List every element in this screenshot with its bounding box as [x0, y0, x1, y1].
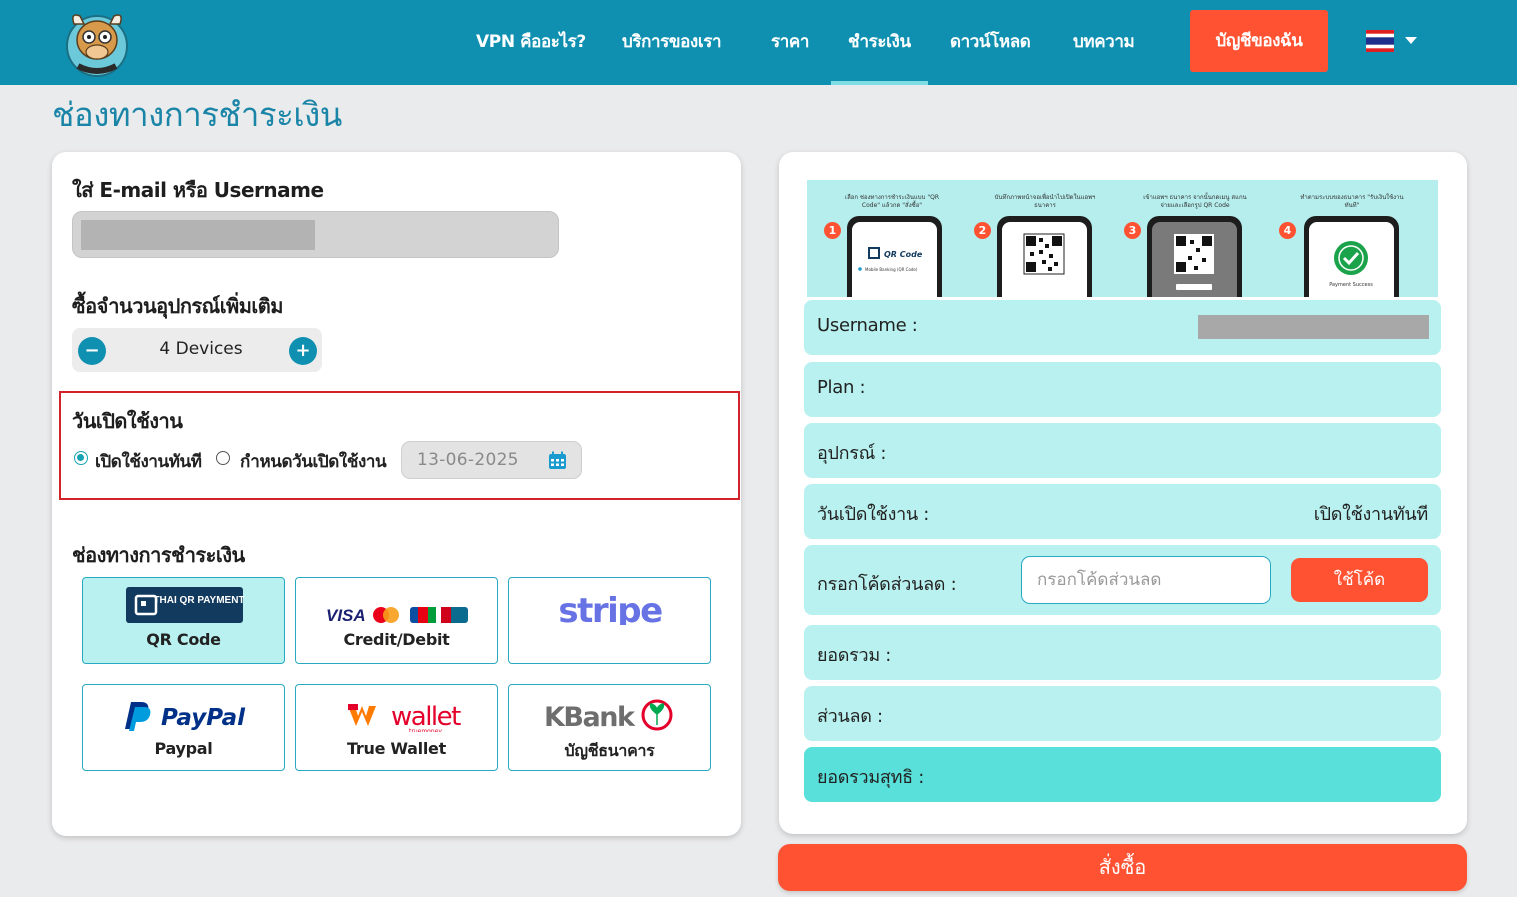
credit-debit-label: Credit/Debit [343, 630, 450, 649]
username-label: Username : [817, 315, 918, 336]
plan-label: Plan : [817, 377, 866, 398]
payment-true-wallet[interactable]: wallet truemoney True Wallet [295, 684, 498, 771]
total-label: ยอดรวมสุทธิ : [817, 767, 925, 788]
activate-now-radio[interactable] [74, 451, 88, 465]
summary-activation-row: วันเปิดใช้งาน : เปิดใช้งานทันที [804, 484, 1441, 539]
step-3-caption: เข้าแอพฯ ธนาคาร จากนั้นกดเมนู สแกนจ่ายแล… [1143, 194, 1247, 209]
payment-form-card: ใส่ E-mail หรือ Username ซื้อจำนวนอุปกรณ… [52, 152, 741, 836]
schedule-activation-radio[interactable] [216, 451, 230, 465]
payment-bank-transfer[interactable]: KBank บัญชีธนาคาร [508, 684, 711, 771]
step-2-phone [997, 216, 1092, 297]
qr-code-screen: QR Code Mobile Banking (QR Code) [858, 247, 923, 272]
step-2-caption: บันทึกภาพหน้าจอเพื่อนำไปเปิดในแอพฯ ธนาคา… [994, 194, 1096, 209]
step-3-number: 3 [1124, 222, 1141, 239]
nav-services[interactable]: บริการของเรา [622, 0, 722, 85]
page-title: ช่องทางการชำระเงิน [52, 95, 342, 134]
order-summary-card: เลือก ช่องทางการชำระเงินแบบ "QR Code" แล… [779, 152, 1467, 834]
summary-device-row: อุปกรณ์ : [804, 423, 1441, 478]
apply-promo-button[interactable]: ใช้โค้ด [1291, 558, 1428, 602]
stripe-logo: stripe [558, 591, 663, 625]
paypal-logo: PayPal [125, 702, 246, 731]
step-1-caption: เลือก ช่องทางการชำระเงินแบบ "QR Code" แล… [845, 194, 939, 209]
payment-qr-code[interactable]: THAI QR PAYMENT QR Code [82, 577, 285, 664]
redacted-email [81, 220, 315, 250]
discount-label: ส่วนลด : [817, 706, 883, 727]
true-wallet-logo: wallet truemoney [348, 702, 463, 732]
schedule-activation-label[interactable]: กำหนดวันเปิดใช้งาน [240, 448, 387, 475]
nav-vpn[interactable]: VPN คืออะไร? [476, 0, 586, 85]
payment-credit-debit[interactable]: VISA Credit/Debit [295, 577, 498, 664]
place-order-button[interactable]: สั่งซื้อ [778, 844, 1467, 891]
visa-text: VISA [326, 606, 366, 625]
decrease-devices-button[interactable]: − [78, 337, 106, 365]
activation-summary-value: เปิดใช้งานทันที [1313, 504, 1429, 525]
date-value: 13-06-2025 [417, 450, 519, 470]
promo-label: กรอกโค้ดส่วนลด : [817, 574, 957, 595]
nav-payment[interactable]: ชำระเงิน [831, 0, 928, 85]
qr-payment-steps-banner: เลือก ช่องทางการชำระเงินแบบ "QR Code" แล… [807, 180, 1438, 297]
device-count: 4 Devices [159, 339, 243, 359]
device-label: อุปกรณ์ : [817, 443, 887, 464]
devices-label: ซื้อจำนวนอุปกรณ์เพิ่มเติม [72, 294, 283, 318]
scan-qr-icon [1174, 234, 1214, 290]
email-label: ใส่ E-mail หรือ Username [72, 178, 324, 202]
paypal-text: PayPal [161, 705, 246, 731]
step-3-phone [1147, 216, 1242, 297]
bank-transfer-label: บัญชีธนาคาร [564, 741, 655, 760]
summary-discount-row: ส่วนลด : [804, 686, 1441, 741]
top-navbar: VPN คืออะไร? บริการของเรา ราคา ชำระเงิน … [0, 0, 1517, 85]
step-4-number: 4 [1279, 222, 1296, 239]
payment-success-icon: Payment Success [1329, 241, 1373, 288]
thai-flag-icon[interactable] [1366, 30, 1394, 52]
brand-logo[interactable] [64, 6, 130, 78]
thai-qr-text: THAI QR PAYMENT [153, 595, 244, 606]
payment-success-text: Payment Success [1329, 282, 1373, 288]
payment-paypal[interactable]: PayPal Paypal [82, 684, 285, 771]
true-wallet-label: True Wallet [347, 739, 446, 758]
summary-promo-row: กรอกโค้ดส่วนลด : ใช้โค้ด [804, 545, 1441, 615]
payment-stripe[interactable]: stripe [508, 577, 711, 664]
step-1-number: 1 [824, 222, 841, 239]
calendar-icon[interactable] [548, 451, 567, 470]
nav-pricing[interactable]: ราคา [771, 0, 809, 85]
summary-subtotal-row: ยอดรวม : [804, 625, 1441, 680]
kbank-text: KBank [544, 702, 636, 732]
nav-articles[interactable]: บทความ [1073, 0, 1135, 85]
thai-qr-logo: THAI QR PAYMENT [126, 587, 245, 623]
activation-summary-label: วันเปิดใช้งาน : [817, 504, 930, 525]
activation-date-input[interactable]: 13-06-2025 [401, 441, 582, 479]
device-stepper: − 4 Devices + [72, 328, 322, 372]
activation-label: วันเปิดใช้งาน [72, 409, 183, 433]
email-input[interactable] [72, 211, 559, 258]
redacted-username [1198, 315, 1429, 339]
payment-method-label: ช่องทางการชำระเงิน [72, 543, 245, 567]
step-2-number: 2 [974, 222, 991, 239]
increase-devices-button[interactable]: + [289, 337, 317, 365]
qr-screen-sub: Mobile Banking (QR Code) [865, 267, 918, 272]
step-4-caption: ทำตามระบบของธนาคาร "รับเงินใช้งานทันที" [1300, 194, 1404, 209]
summary-plan-row: Plan : [804, 362, 1441, 417]
qr-screen-title: QR Code [884, 250, 923, 259]
nav-download[interactable]: ดาวน์โหลด [950, 0, 1031, 85]
step-4-phone: Payment Success [1304, 216, 1399, 297]
qr-image-icon [1023, 233, 1065, 275]
card-brands-logo: VISA [326, 606, 468, 625]
promo-code-input[interactable] [1021, 556, 1271, 604]
summary-username-row: Username : [804, 300, 1441, 355]
truemoney-text: truemoney [409, 728, 442, 732]
activate-now-label[interactable]: เปิดใช้งานทันที [95, 448, 202, 475]
language-dropdown-icon[interactable] [1405, 37, 1417, 44]
activation-section: วันเปิดใช้งาน เปิดใช้งานทันที กำหนดวันเป… [59, 391, 740, 500]
kbank-logo: KBank [544, 699, 673, 732]
my-account-button[interactable]: บัญชีของฉัน [1190, 10, 1328, 72]
stripe-text: stripe [558, 591, 662, 625]
summary-total-row: ยอดรวมสุทธิ : [804, 747, 1441, 802]
paypal-label: Paypal [154, 739, 213, 758]
subtotal-label: ยอดรวม : [817, 645, 892, 666]
qr-code-label: QR Code [146, 630, 221, 649]
step-1-phone: QR Code Mobile Banking (QR Code) [847, 216, 942, 297]
